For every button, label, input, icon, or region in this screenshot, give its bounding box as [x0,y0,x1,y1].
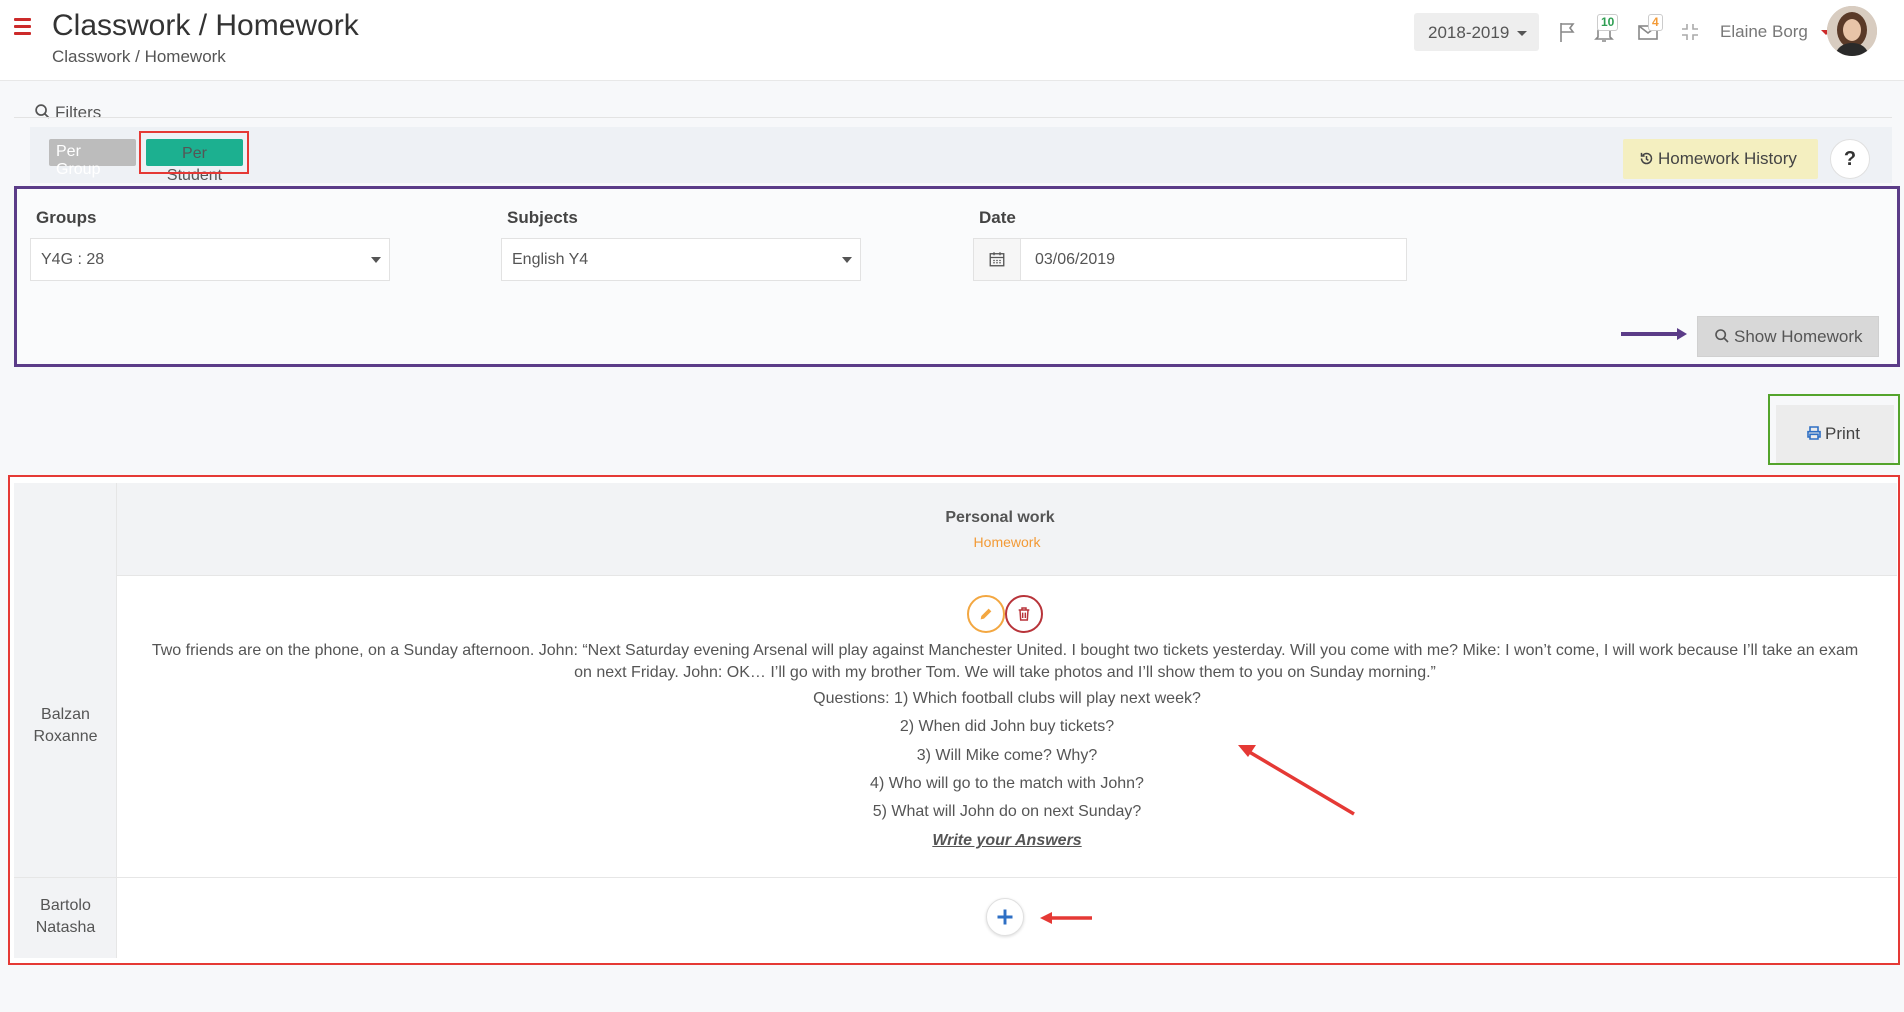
homework-question: 2) When did John buy tickets? [899,718,1115,735]
groups-select[interactable]: Y4G : 28 [30,238,390,281]
student-name-line: Natasha [35,919,96,936]
pencil-icon [980,608,992,620]
hamburger-menu-icon[interactable] [14,18,31,35]
homework-question: 3) Will Mike come? Why? [916,747,1098,764]
write-answers-link[interactable]: Write your Answers [117,832,1897,850]
page: Classwork / Homework Classwork / Homewor… [0,0,1904,1012]
add-homework-button[interactable] [986,898,1024,936]
date-value: 03/06/2019 [1035,251,1116,268]
user-name[interactable]: Elaine Borg [1720,22,1808,42]
highlight-per-student [139,131,249,174]
student-name-line: Bartolo [40,897,91,914]
row-divider [14,877,1897,878]
delete-homework-button[interactable] [1005,595,1043,633]
column-subtitle: Homework [973,534,1041,550]
student-name: Balzan Roxanne [14,704,117,748]
help-button[interactable]: ? [1830,139,1870,179]
per-group-toggle[interactable]: Per Group [49,139,136,178]
notifications-badge: 10 [1597,14,1619,31]
purple-arrow-annotation [1621,328,1687,340]
date-field[interactable]: 03/06/2019 [973,238,1407,281]
student-name-line: Roxanne [33,728,98,745]
filters-divider [14,117,1892,118]
academic-year-select[interactable]: 2018-2019 [1414,13,1539,51]
homework-history-button[interactable]: Homework History [1623,139,1818,179]
red-arrow-annotation [1040,912,1092,924]
highlight-print [1768,394,1900,465]
search-icon [1715,329,1729,343]
plus-icon [997,909,1013,925]
history-icon [1640,152,1653,165]
subjects-value: English Y4 [512,251,589,268]
top-header: Classwork / Homework Classwork / Homewor… [0,0,1904,81]
homework-question: 5) What will John do on next Sunday? [872,803,1142,820]
flag-icon[interactable] [1556,20,1580,44]
filters-label: Filters [55,103,102,122]
groups-label: Groups [36,208,97,227]
chevron-down-icon [1517,31,1527,36]
filters-heading: Filters [34,103,101,123]
homework-question: Questions: 1) Which football clubs will … [813,690,1201,707]
homework-question: 4) Who will go to the match with John? [870,775,1144,792]
homework-text: Two friends are on the phone, on a Sunda… [151,642,1859,681]
table-header [117,483,1897,576]
avatar[interactable] [1827,6,1877,56]
show-homework-label: Show Homework [1734,327,1863,346]
academic-year-value: 2018-2019 [1428,23,1510,42]
messages-badge: 4 [1648,14,1663,31]
page-title: Classwork / Homework [52,9,359,42]
date-label: Date [979,208,1016,227]
chevron-down-icon [371,257,381,263]
compress-icon[interactable] [1678,20,1702,44]
show-homework-button[interactable]: Show Homework [1697,316,1879,357]
chevron-down-icon [842,257,852,263]
red-arrow-annotation [1238,745,1355,816]
subjects-select[interactable]: English Y4 [501,238,861,281]
groups-value: Y4G : 28 [41,251,105,268]
filter-toolbar [30,127,1892,183]
homework-history-label: Homework History [1658,149,1797,168]
edit-homework-button[interactable] [967,595,1005,633]
trash-icon [1018,607,1030,621]
student-name: Bartolo Natasha [14,895,117,939]
column-title: Personal work [945,509,1055,526]
student-name-line: Balzan [41,706,90,723]
subjects-label: Subjects [507,208,578,227]
calendar-icon[interactable] [974,239,1021,280]
breadcrumb: Classwork / Homework [52,47,226,66]
